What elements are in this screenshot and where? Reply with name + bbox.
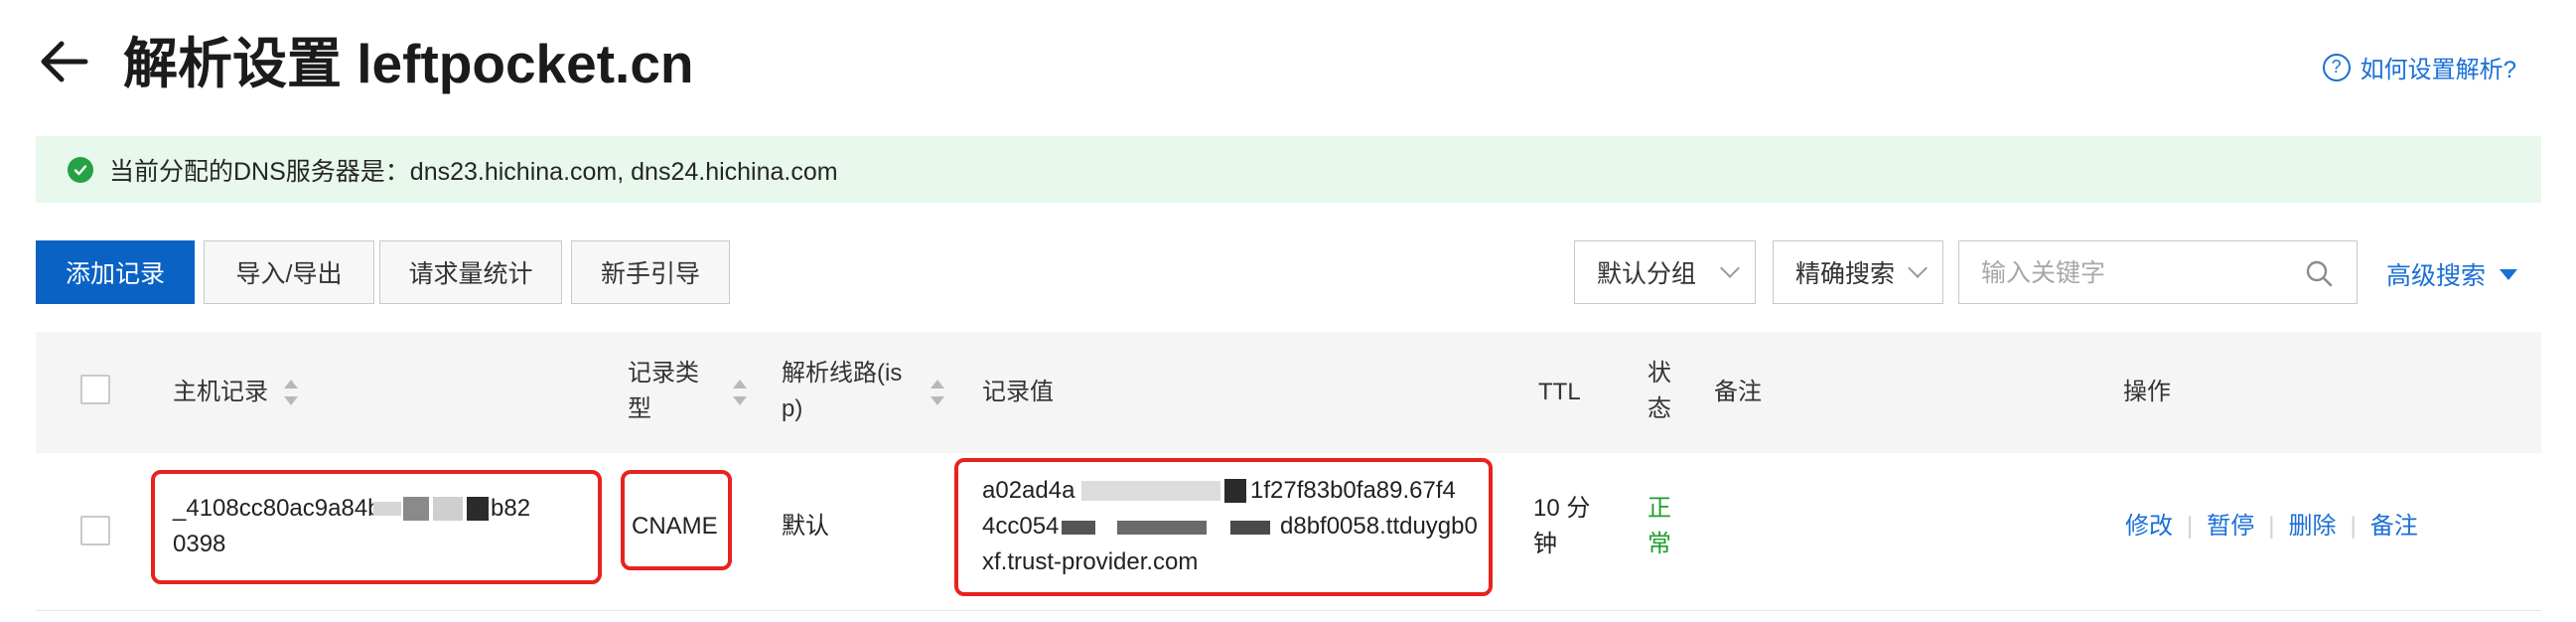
table-header: 主机记录 记录类 型 解析线路(is p) 记录值 TTL 状 态 备注 操作 [36,332,2541,453]
row-checkbox[interactable] [80,516,110,545]
delete-link[interactable]: 删除 [2288,513,2336,540]
column-host: 主机记录 [173,379,268,405]
add-record-button[interactable]: 添加记录 [36,240,195,304]
column-status-line1: 状 [1647,360,1671,387]
ttl-line2: 钟 [1533,531,1557,557]
column-status-line2: 态 [1647,395,1671,422]
import-export-button[interactable]: 导入/导出 [204,240,374,304]
select-all-checkbox[interactable] [80,375,110,404]
dns-server-text: 当前分配的DNS服务器是：dns23.hichina.com, dns24.hi… [109,157,838,186]
record-value-part3: 4cc054 [982,513,1060,540]
column-status: 状 态 [1647,356,1671,427]
redaction-block [403,497,429,521]
record-value-part4: d8bf0058.ttduygb0 [1280,513,1478,540]
record-value-line3: xf.trust-provider.com [982,548,1199,575]
column-value: 记录值 [982,379,1054,405]
action-separator: | [2187,513,2194,540]
column-type-line2: 型 [628,395,651,422]
question-circle-icon: ? [2322,53,2351,81]
arrow-left-icon[interactable] [36,34,91,89]
column-ttl: TTL [1538,379,1581,405]
search-icon[interactable] [2305,259,2333,287]
advanced-search-toggle[interactable]: 高级搜索 [2386,256,2518,292]
caret-down-icon [2500,268,2518,280]
beginner-guide-button[interactable]: 新手引导 [571,240,730,304]
search-box [1958,240,2358,305]
record-type: CNAME [632,513,718,540]
status-badge: 正 常 [1647,491,1671,562]
match-mode-value: 精确搜索 [1795,260,1896,288]
ttl-line1: 10 分 [1533,495,1591,522]
help-link-label: 如何设置解析? [2360,57,2516,83]
column-line: 解析线路(is p) [782,356,902,427]
group-select[interactable]: 默认分组 [1574,240,1756,304]
host-record-line2: 0398 [173,531,226,557]
redaction-block [1081,481,1220,501]
column-remark: 备注 [1714,379,1762,405]
redaction-block [1224,479,1246,503]
redaction-block [1117,521,1207,535]
page-title: 解析设置 leftpocket.cn [123,33,694,94]
dns-server-banner: 当前分配的DNS服务器是：dns23.hichina.com, dns24.hi… [36,136,2541,203]
chevron-down-icon [1908,258,1928,278]
host-record[interactable]: _4108cc80ac9a84b b82 0398 [173,491,595,562]
action-separator: | [2268,513,2275,540]
sort-type-icon[interactable] [733,380,747,405]
redaction-block [467,497,489,521]
search-input[interactable] [1959,241,2311,305]
remark-link[interactable]: 备注 [2370,513,2418,540]
group-select-value: 默认分组 [1597,260,1697,288]
row-actions: 修改 | 暂停 | 删除 | 备注 [2125,509,2418,544]
resolution-line: 默认 [782,513,829,540]
request-stats-button[interactable]: 请求量统计 [379,240,562,304]
record-value[interactable]: a02ad4a 1f27f83b0fa89.67f4 4cc054 d8bf00… [982,473,1479,580]
column-actions: 操作 [2123,379,2171,405]
action-separator: | [2350,513,2357,540]
sort-host-icon[interactable] [284,380,298,405]
host-record-part1: _4108cc80ac9a84b [173,495,381,522]
check-circle-icon [68,156,93,183]
status-line2: 常 [1647,531,1671,557]
redaction-block [1230,521,1270,535]
match-mode-select[interactable]: 精确搜索 [1773,240,1943,304]
column-line-line1: 解析线路(is [782,360,903,387]
record-value-part2: 1f27f83b0fa89.67f4 [1250,477,1456,504]
redaction-block [373,502,401,516]
record-value-part1: a02ad4a [982,477,1075,504]
chevron-down-icon [1720,258,1740,278]
sort-line-icon[interactable] [930,380,944,405]
host-record-part2: b82 [491,495,531,522]
redaction-block [1062,521,1095,535]
edit-link[interactable]: 修改 [2125,513,2173,540]
pause-link[interactable]: 暂停 [2207,513,2254,540]
redaction-block [433,497,463,521]
advanced-search-label: 高级搜索 [2386,262,2487,290]
column-line-line2: p) [782,395,803,422]
ttl-value: 10 分 钟 [1533,491,1590,562]
table-row: _4108cc80ac9a84b b82 0398 CNAME 默认 a02ad… [36,453,2541,611]
help-link[interactable]: ? 如何设置解析? [2322,50,2516,84]
column-type-line1: 记录类 [628,360,699,387]
status-line1: 正 [1647,495,1671,522]
column-type: 记录类 型 [628,356,699,427]
